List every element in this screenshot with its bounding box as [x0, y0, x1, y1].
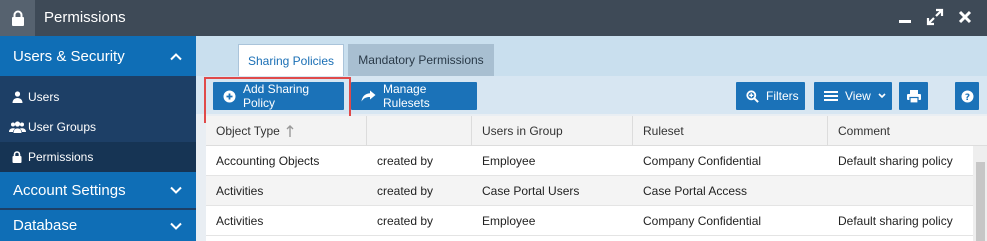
sidebar-item-label: User Groups — [28, 120, 97, 134]
sidebar-section-label: Users & Security — [13, 47, 125, 65]
column-header-object-type[interactable]: Object Type — [206, 116, 367, 146]
chevron-down-icon — [878, 93, 886, 99]
manage-rulesets-label: Manage Rulesets — [383, 82, 430, 110]
cell-ruleset: Company Confidential — [643, 214, 762, 228]
cell-relation: created by — [377, 184, 434, 198]
table-row[interactable]: Activities created by Case Portal Users … — [206, 176, 973, 206]
column-header-relation[interactable] — [367, 116, 472, 146]
user-icon — [8, 91, 26, 103]
column-header-users-in-group[interactable]: Users in Group — [472, 116, 633, 146]
table-header: Object Type Users in Group Ruleset Comme… — [206, 116, 987, 146]
chevron-down-icon — [170, 217, 182, 234]
cell-users-in-group: Employee — [482, 154, 536, 168]
sidebar-section-label: Database — [13, 217, 78, 234]
question-circle-icon: ? — [961, 90, 974, 103]
sidebar-item-label: Permissions — [28, 150, 94, 164]
filters-button[interactable]: Filters — [736, 82, 805, 110]
plus-circle-icon — [223, 90, 236, 103]
cell-ruleset: Company Confidential — [643, 154, 762, 168]
sidebar-section-users-security[interactable]: Users & Security — [0, 36, 196, 76]
table-row[interactable]: Accounting Objects created by Employee C… — [206, 146, 973, 176]
cell-relation: created by — [377, 214, 434, 228]
cell-comment — [828, 176, 838, 206]
manage-rulesets-button[interactable]: Manage Rulesets — [351, 82, 477, 110]
view-dropdown-button[interactable]: View — [814, 82, 892, 110]
sidebar-section-label: Account Settings — [13, 181, 126, 199]
minimize-icon[interactable] — [895, 6, 915, 28]
column-header-ruleset[interactable]: Ruleset — [633, 116, 828, 146]
list-icon — [824, 90, 838, 102]
cell-ruleset: Case Portal Access — [643, 184, 748, 198]
printer-icon — [906, 89, 921, 103]
column-header-comment[interactable]: Comment — [828, 116, 987, 146]
sidebar-item-user-groups[interactable]: User Groups — [0, 112, 196, 142]
sidebar-item-users[interactable]: Users — [0, 82, 196, 112]
close-icon[interactable] — [955, 6, 975, 28]
search-icon — [746, 89, 759, 103]
cell-object-type: Activities — [216, 214, 264, 228]
lock-icon — [8, 151, 26, 163]
sidebar-section-database[interactable]: Database — [0, 210, 196, 241]
view-label: View — [845, 89, 871, 103]
cell-users-in-group: Employee — [482, 214, 536, 228]
cell-object-type: Accounting Objects — [216, 154, 320, 168]
cell-comment: Default sharing policy — [838, 154, 953, 168]
chevron-up-icon — [170, 48, 182, 65]
svg-text:?: ? — [964, 93, 969, 103]
maximize-icon[interactable] — [925, 6, 945, 28]
sidebar: Users & Security Users User Groups Permi… — [0, 36, 196, 241]
cell-comment: Default sharing policy — [838, 214, 953, 228]
window-titlebar: Permissions — [0, 0, 987, 36]
sidebar-section-account-settings[interactable]: Account Settings — [0, 172, 196, 208]
tab-sharing-policies[interactable]: Sharing Policies — [238, 44, 344, 76]
help-button[interactable]: ? — [955, 82, 979, 110]
user-group-icon — [8, 121, 26, 133]
lock-icon — [0, 0, 35, 36]
sort-ascending-icon — [286, 125, 294, 137]
add-sharing-policy-label: Add Sharing Policy — [243, 82, 310, 110]
cell-relation: created by — [377, 154, 434, 168]
main-content: Sharing Policies Mandatory Permissions A… — [196, 36, 987, 241]
toolbar: Add Sharing Policy Manage Rulesets Filte… — [196, 76, 987, 123]
window-title: Permissions — [44, 9, 126, 26]
tab-mandatory-permissions[interactable]: Mandatory Permissions — [348, 44, 494, 76]
sidebar-item-label: Users — [28, 90, 60, 104]
add-sharing-policy-button[interactable]: Add Sharing Policy — [213, 82, 344, 110]
table-scrollbar[interactable] — [973, 146, 987, 241]
table-row[interactable]: Activities created by Employee Company C… — [206, 206, 973, 236]
scrollbar-thumb[interactable] — [976, 162, 985, 241]
cell-users-in-group: Case Portal Users — [482, 184, 580, 198]
share-arrow-icon — [361, 90, 376, 102]
sharing-policies-table: Object Type Users in Group Ruleset Comme… — [206, 116, 987, 241]
sidebar-item-permissions[interactable]: Permissions — [0, 142, 196, 172]
chevron-down-icon — [170, 182, 182, 199]
print-button[interactable] — [899, 82, 928, 110]
filters-label: Filters — [766, 89, 799, 103]
cell-object-type: Activities — [216, 184, 264, 198]
tab-strip: Sharing Policies Mandatory Permissions — [196, 36, 987, 76]
